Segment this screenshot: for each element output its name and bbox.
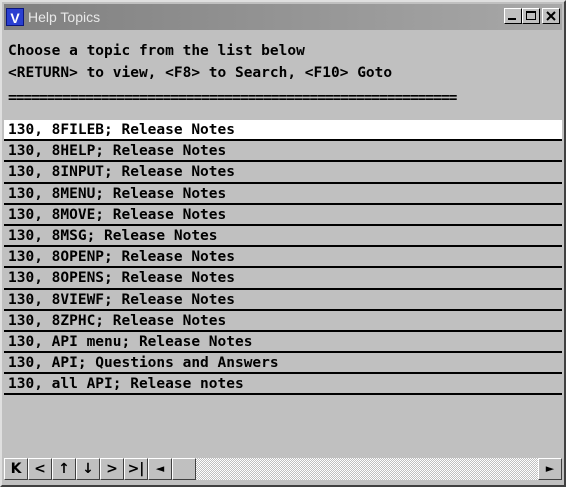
close-icon	[546, 11, 556, 21]
list-item[interactable]: 130, 8MOVE; Release Notes	[4, 204, 562, 226]
list-item[interactable]: 130, API; Questions and Answers	[4, 353, 562, 375]
instruction-line-1: Choose a topic from the list below	[8, 43, 305, 59]
down-button[interactable]: ↓	[76, 458, 100, 480]
scroll-left-button[interactable]: ◄	[148, 458, 172, 480]
last-button[interactable]: >|	[124, 458, 148, 480]
list-item[interactable]: 130, 8OPENS; Release Notes	[4, 268, 562, 290]
minimize-button[interactable]	[504, 8, 522, 24]
app-icon[interactable]: V	[6, 8, 24, 26]
instruction-line-2: <RETURN> to view, <F8> to Search, <F10> …	[8, 65, 393, 81]
list-item[interactable]: 130, API menu; Release Notes	[4, 331, 562, 354]
horizontal-scrollbar[interactable]: ◄ ►	[148, 458, 562, 480]
title-bar[interactable]: V Help Topics	[4, 4, 562, 30]
prev-button[interactable]: <	[28, 458, 52, 480]
maximize-icon	[526, 11, 536, 20]
separator-line: ========================================…	[8, 90, 457, 106]
help-topics-window: V Help Topics Choose a topic from the li…	[0, 0, 566, 487]
up-button[interactable]: ↑	[52, 458, 76, 480]
help-content: Choose a topic from the list below <RETU…	[4, 32, 562, 455]
list-item-selected[interactable]: 130, 8FILEB; Release Notes	[4, 120, 562, 142]
scroll-right-button[interactable]: ►	[538, 458, 562, 480]
navigation-bar: K < ↑ ↓ > >| ◄ ►	[4, 457, 562, 481]
list-item[interactable]: 130, 8INPUT; Release Notes	[4, 162, 562, 184]
list-item[interactable]: 130, 8MENU; Release Notes	[4, 183, 562, 205]
next-button[interactable]: >	[100, 458, 124, 480]
first-button[interactable]: K	[4, 458, 28, 480]
list-item[interactable]: 130, 8VIEWF; Release Notes	[4, 289, 562, 311]
window-title: Help Topics	[28, 9, 101, 25]
list-item[interactable]: 130, 8MSG; Release Notes	[4, 225, 562, 248]
maximize-button[interactable]	[522, 8, 540, 24]
list-item[interactable]: 130, 8HELP; Release Notes	[4, 141, 562, 163]
topic-list[interactable]: 130, 8FILEB; Release Notes 130, 8HELP; Re…	[4, 120, 562, 396]
minimize-icon	[508, 18, 516, 20]
list-item[interactable]: 130, all API; Release notes	[4, 374, 562, 396]
list-item[interactable]: 130, 8OPENP; Release Notes	[4, 247, 562, 269]
close-button[interactable]	[542, 8, 560, 24]
list-item[interactable]: 130, 8ZPHC; Release Notes	[4, 310, 562, 332]
scroll-thumb[interactable]	[172, 458, 196, 480]
